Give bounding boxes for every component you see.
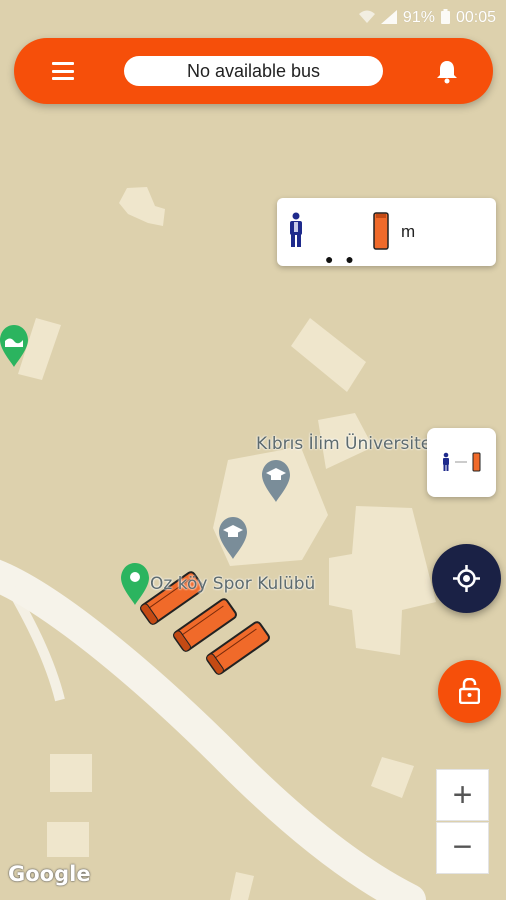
- top-app-bar: No available bus: [14, 38, 493, 104]
- person-icon: [290, 212, 302, 247]
- map-label-sports-club: Oz köy Spor Kulübü: [150, 574, 316, 594]
- wifi-icon: [358, 10, 375, 27]
- map-label-university: Kıbrıs İlim Üniversite: [256, 434, 432, 454]
- distance-card: ● ● m: [277, 198, 496, 267]
- loading-indicator: ● ●: [325, 251, 358, 267]
- my-location-button[interactable]: [432, 544, 501, 613]
- unlock-icon: [459, 678, 480, 704]
- bell-icon[interactable]: [432, 56, 462, 86]
- battery-icon: [440, 9, 450, 27]
- menu-icon[interactable]: [50, 59, 76, 83]
- distance-unit: m: [401, 222, 416, 241]
- crosshair-icon: [453, 565, 480, 592]
- bus-icon: [472, 452, 481, 472]
- status-bar: 91% 00:05: [0, 0, 506, 36]
- signal-icon: [380, 9, 397, 27]
- bus-icon: [373, 212, 389, 250]
- clock: 00:05: [455, 9, 496, 26]
- battery-percent: 91%: [402, 9, 435, 26]
- person-to-bus-toggle[interactable]: [427, 428, 496, 497]
- person-icon: [443, 452, 449, 471]
- zoom-out-button[interactable]: −: [436, 822, 489, 874]
- unlock-button[interactable]: [438, 660, 501, 723]
- zoom-in-button[interactable]: +: [436, 769, 489, 821]
- bus-status-field[interactable]: No available bus: [124, 56, 383, 86]
- google-attribution: Google: [8, 862, 91, 886]
